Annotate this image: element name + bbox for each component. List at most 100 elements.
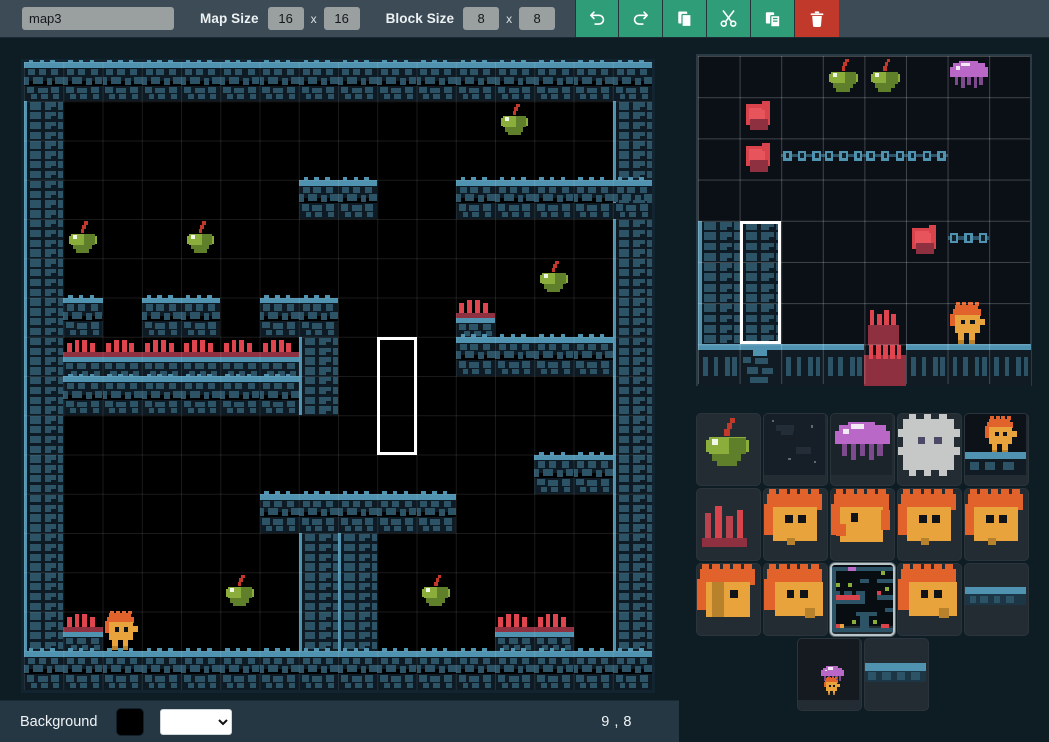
map-tile[interactable]: [456, 651, 495, 690]
minimap-cell[interactable]: [740, 344, 782, 385]
minimap-cell[interactable]: [698, 262, 740, 303]
map-tile[interactable]: [299, 612, 338, 651]
map-tile[interactable]: [299, 337, 338, 376]
map-tile[interactable]: [377, 62, 416, 101]
map-tile[interactable]: [220, 651, 259, 690]
map-tile[interactable]: [181, 376, 220, 415]
map-tile[interactable]: [613, 141, 652, 180]
map-tile[interactable]: [338, 651, 377, 690]
copy-button[interactable]: [663, 0, 707, 37]
map-tile[interactable]: [299, 180, 338, 219]
map-tile[interactable]: [534, 62, 573, 101]
map-tile[interactable]: [613, 651, 652, 690]
minimap-cell[interactable]: [698, 303, 740, 344]
map-tile[interactable]: [417, 494, 456, 533]
map-tile[interactable]: [377, 651, 416, 690]
map-tile[interactable]: [24, 258, 63, 297]
minimap-cell[interactable]: [698, 344, 740, 385]
map-tile[interactable]: [417, 572, 456, 611]
asset-monster-f[interactable]: [763, 563, 828, 636]
asset-platform-strip[interactable]: [964, 563, 1029, 636]
map-tile[interactable]: [613, 455, 652, 494]
map-tile[interactable]: [495, 101, 534, 140]
minimap-cell[interactable]: [740, 138, 782, 179]
asset-jellyfish[interactable]: [830, 413, 895, 486]
map-name-input[interactable]: [22, 7, 174, 30]
map-tile[interactable]: [613, 62, 652, 101]
map-size-width-input[interactable]: [268, 7, 304, 30]
map-tile[interactable]: [24, 651, 63, 690]
asset-monster-g[interactable]: [897, 563, 962, 636]
map-tile[interactable]: [63, 337, 102, 376]
map-tile[interactable]: [63, 376, 102, 415]
map-tile[interactable]: [24, 415, 63, 454]
map-tile[interactable]: [260, 62, 299, 101]
map-tile[interactable]: [260, 651, 299, 690]
map-tile[interactable]: [574, 455, 613, 494]
map-tile[interactable]: [299, 494, 338, 533]
map-tile[interactable]: [181, 298, 220, 337]
minimap-cell[interactable]: [823, 138, 865, 179]
map-tile[interactable]: [495, 180, 534, 219]
map-tile[interactable]: [495, 651, 534, 690]
minimap-cell[interactable]: [906, 344, 948, 385]
map-tile[interactable]: [103, 612, 142, 651]
asset-monster-e[interactable]: [696, 563, 761, 636]
map-tile[interactable]: [24, 572, 63, 611]
map-tile[interactable]: [338, 533, 377, 572]
map-tile[interactable]: [103, 376, 142, 415]
map-tile[interactable]: [613, 572, 652, 611]
map-tile[interactable]: [299, 572, 338, 611]
minimap-cell[interactable]: [906, 138, 948, 179]
map-tile[interactable]: [613, 180, 652, 219]
map-size-height-input[interactable]: [324, 7, 360, 30]
block-size-height-input[interactable]: [519, 7, 555, 30]
map-tile[interactable]: [260, 298, 299, 337]
minimap-cell[interactable]: [989, 344, 1031, 385]
map-tile[interactable]: [417, 651, 456, 690]
map-tile[interactable]: [103, 651, 142, 690]
minimap-cell[interactable]: [781, 138, 823, 179]
undo-button[interactable]: [575, 0, 619, 37]
map-tile[interactable]: [338, 612, 377, 651]
map-tile[interactable]: [534, 612, 573, 651]
map-tile[interactable]: [299, 533, 338, 572]
background-color-swatch[interactable]: [116, 708, 144, 736]
map-tile[interactable]: [24, 62, 63, 101]
map-tile[interactable]: [338, 180, 377, 219]
map-tile[interactable]: [534, 337, 573, 376]
map-tile[interactable]: [103, 337, 142, 376]
map-tile[interactable]: [24, 141, 63, 180]
map-tile[interactable]: [574, 651, 613, 690]
minimap-cell[interactable]: [740, 303, 782, 344]
paste-button[interactable]: [751, 0, 795, 37]
map-tile[interactable]: [299, 298, 338, 337]
map-tile[interactable]: [613, 376, 652, 415]
map-tile[interactable]: [142, 298, 181, 337]
asset-monster-d[interactable]: [964, 488, 1029, 561]
map-tile[interactable]: [220, 337, 259, 376]
map-tile[interactable]: [613, 533, 652, 572]
map-tile[interactable]: [613, 415, 652, 454]
minimap-cell[interactable]: [781, 344, 823, 385]
minimap-cell[interactable]: [864, 303, 906, 344]
minimap-cell[interactable]: [864, 138, 906, 179]
map-tile[interactable]: [63, 651, 102, 690]
map-tile[interactable]: [299, 376, 338, 415]
map-tile[interactable]: [338, 62, 377, 101]
asset-gray-blob[interactable]: [897, 413, 962, 486]
map-tile[interactable]: [495, 337, 534, 376]
map-tile[interactable]: [142, 376, 181, 415]
map-tile[interactable]: [24, 337, 63, 376]
map-tile[interactable]: [24, 455, 63, 494]
map-tile[interactable]: [534, 455, 573, 494]
map-tile[interactable]: [613, 337, 652, 376]
map-tile[interactable]: [24, 494, 63, 533]
asset-apple[interactable]: [696, 413, 761, 486]
map-tile[interactable]: [260, 376, 299, 415]
minimap-cell[interactable]: [740, 221, 782, 262]
asset-map-thumbnail[interactable]: [830, 563, 895, 636]
asset-hero-on-platform[interactable]: [964, 413, 1029, 486]
minimap-cell[interactable]: [906, 221, 948, 262]
asset-spikes[interactable]: [696, 488, 761, 561]
